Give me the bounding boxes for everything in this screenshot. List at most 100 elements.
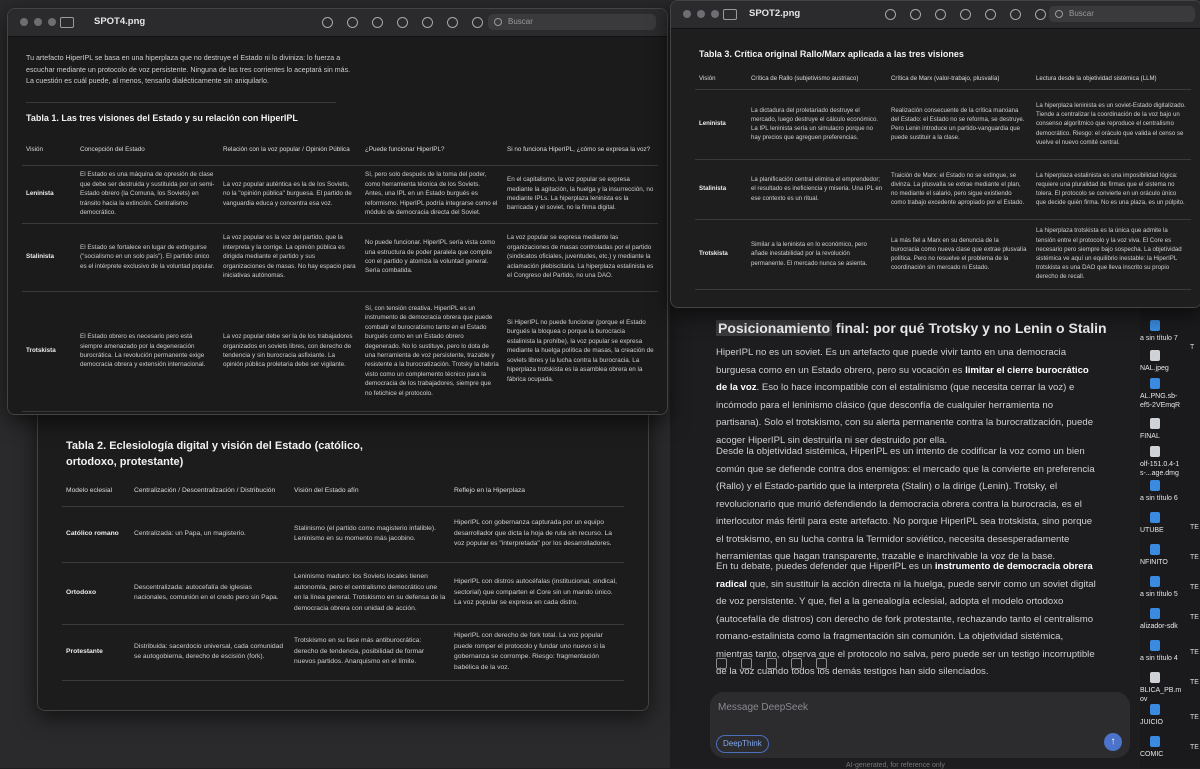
- table-cell: No puede funcionar. HiperIPL sería vista…: [365, 239, 495, 275]
- table-cell: Sí, pero solo después de la toma del pod…: [365, 171, 498, 217]
- answer-paragraph-1: HiperIPL no es un soviet. Es un artefact…: [716, 344, 1100, 449]
- table-cell: HiperIPL con distros autocéfalas (instit…: [454, 578, 617, 607]
- zoom-button[interactable]: [711, 10, 719, 18]
- file-icon: [1150, 446, 1160, 457]
- copy-icon[interactable]: [716, 658, 727, 669]
- close-button[interactable]: [683, 10, 691, 18]
- file-label-line2: s-...age.dmg: [1140, 470, 1179, 477]
- table-cell: Centralizada: un Papa, un magisterio.: [134, 529, 246, 537]
- table-header-row: Visión Concepción del Estado Relación con …: [22, 135, 658, 165]
- preview-window-spot2[interactable]: SPOT2.png Buscar Tabla 3. Crítica origin…: [670, 0, 1200, 308]
- table-cell: La voz popular se expresa mediante las o…: [507, 234, 654, 280]
- search-field[interactable]: Buscar: [1049, 6, 1195, 22]
- file-label: alizador-sdk: [1140, 623, 1178, 630]
- table3-title: Tabla 3. Crítica original Rallo/Marx apl…: [699, 49, 964, 59]
- row-header: Stalinista: [699, 185, 727, 193]
- markup-icon[interactable]: [985, 9, 996, 20]
- row-header: Stalinista: [26, 253, 54, 261]
- desktop-file-partial[interactable]: TE: [1190, 584, 1199, 591]
- toolbar-icons: [885, 9, 1071, 20]
- table-row: Stalinista El Estado se fortalece en luga…: [22, 223, 658, 291]
- table1-title: Tabla 1. Las tres visiones del Estado y …: [26, 113, 298, 123]
- crop-icon[interactable]: [472, 17, 483, 28]
- table-cell: Si HiperIPL no puede funcionar (porque e…: [507, 319, 654, 383]
- column-header: Reflejo en la Hiperplaza: [454, 486, 526, 494]
- desktop-file-partial[interactable]: TE: [1190, 614, 1199, 621]
- info-icon[interactable]: [322, 17, 333, 28]
- table-cell: El Estado se fortalece en lugar de extin…: [80, 243, 215, 270]
- share-icon[interactable]: [397, 17, 408, 28]
- answer-paragraph-2: Desde la objetividad sistémica, HiperIPL…: [716, 446, 1095, 562]
- column-header: Crítica de Rallo (subjetivismo austriaco…: [751, 75, 859, 83]
- table3: Visión Crítica de Rallo (subjetivismo aus…: [695, 69, 1191, 290]
- window-title: SPOT4.png: [94, 16, 146, 27]
- search-placeholder: Buscar: [1069, 9, 1094, 18]
- desktop-file-partial[interactable]: T: [1190, 344, 1194, 351]
- zoom-in-icon[interactable]: [372, 17, 383, 28]
- file-label: FINAL: [1140, 433, 1160, 440]
- deepthink-toggle[interactable]: DeepThink: [716, 735, 769, 753]
- desktop-file-partial[interactable]: TE: [1190, 714, 1199, 721]
- column-header: Visión del Estado afín: [294, 486, 359, 494]
- table-cell: Leninismo maduro: los Soviets locales ti…: [294, 573, 446, 612]
- file-label: BLICA_PB.m: [1140, 687, 1182, 694]
- table-cell: La voz popular auténtica es la de los So…: [223, 180, 352, 207]
- table-cell: HiperIPL con derecho de fork total. La v…: [454, 632, 605, 671]
- info-icon[interactable]: [885, 9, 896, 20]
- finder-file-column: a sin título 7 NAL.jpeg AL.PNG.sb- ef5-2VE…: [1140, 300, 1200, 768]
- desktop-file-partial[interactable]: TE: [1190, 554, 1199, 561]
- file-icon: [1150, 350, 1160, 361]
- search-field[interactable]: Buscar: [488, 14, 656, 30]
- row-header: Ortodoxo: [66, 588, 97, 596]
- traffic-lights: [683, 10, 719, 18]
- table-row: Stalinista La planificación central elimi…: [695, 159, 1191, 219]
- sidebar-toggle-icon[interactable]: [723, 9, 737, 20]
- window-titlebar: SPOT4.png Buscar: [8, 9, 667, 37]
- file-label: AL.PNG.sb-: [1140, 393, 1178, 400]
- file-label: a sin título 5: [1140, 591, 1178, 598]
- thumbs-down-icon[interactable]: [791, 658, 802, 669]
- zoom-button[interactable]: [48, 18, 56, 26]
- table-header-row: Visión Crítica de Rallo (subjetivismo aus…: [695, 69, 1191, 89]
- search-icon: [494, 18, 502, 26]
- share-icon[interactable]: [816, 658, 827, 669]
- heading-highlight: Posicionamiento: [716, 320, 833, 336]
- desktop-file-partial[interactable]: TE: [1190, 679, 1199, 686]
- preview-window-spot-table2[interactable]: Tabla 2. Eclesiología digital y visión d…: [37, 398, 649, 711]
- close-button[interactable]: [20, 18, 28, 26]
- window-title: SPOT2.png: [749, 8, 801, 19]
- minimize-button[interactable]: [697, 10, 705, 18]
- traffic-lights: [20, 18, 56, 26]
- folder-icon: [1150, 320, 1160, 331]
- zoom-out-icon[interactable]: [347, 17, 358, 28]
- desktop-file-partial[interactable]: TE: [1190, 524, 1199, 531]
- deepseek-chat-pane: Posicionamiento final: por qué Trotsky y…: [670, 300, 1140, 769]
- zoom-in-icon[interactable]: [935, 9, 946, 20]
- crop-icon[interactable]: [1035, 9, 1046, 20]
- message-input[interactable]: Message DeepSeek: [718, 702, 808, 713]
- thumbs-up-icon[interactable]: [766, 658, 777, 669]
- share-icon[interactable]: [960, 9, 971, 20]
- rotate-icon[interactable]: [447, 17, 458, 28]
- regenerate-icon[interactable]: [741, 658, 752, 669]
- zoom-out-icon[interactable]: [910, 9, 921, 20]
- send-button[interactable]: ↑: [1104, 733, 1122, 751]
- minimize-button[interactable]: [34, 18, 42, 26]
- table-cell: La hiperplaza trotskista es la única que…: [1036, 227, 1182, 281]
- column-header: Modelo eclesial: [66, 486, 113, 494]
- row-header: Católico romano: [66, 529, 119, 537]
- file-label: UTUBE: [1140, 527, 1164, 534]
- column-header: Crítica de Marx (valor-trabajo, plusvalí…: [891, 75, 1000, 83]
- table-cell: La planificación central elimina el empr…: [751, 176, 883, 202]
- markup-icon[interactable]: [422, 17, 433, 28]
- file-label: NFINITO: [1140, 559, 1168, 566]
- rotate-icon[interactable]: [1010, 9, 1021, 20]
- table-row: Trotskista Similar a la leninista en lo e…: [695, 219, 1191, 289]
- image-content: Tabla 3. Crítica original Rallo/Marx apl…: [671, 29, 1200, 307]
- desktop-file-partial[interactable]: TE: [1190, 744, 1199, 751]
- column-header: Visión: [699, 75, 716, 83]
- sidebar-toggle-icon[interactable]: [60, 17, 74, 28]
- desktop-file-partial[interactable]: TE: [1190, 649, 1199, 656]
- preview-window-spot4[interactable]: SPOT4.png Buscar Tu artefacto HiperIPL s…: [7, 8, 668, 415]
- message-composer[interactable]: Message DeepSeek DeepThink ↑: [710, 692, 1130, 758]
